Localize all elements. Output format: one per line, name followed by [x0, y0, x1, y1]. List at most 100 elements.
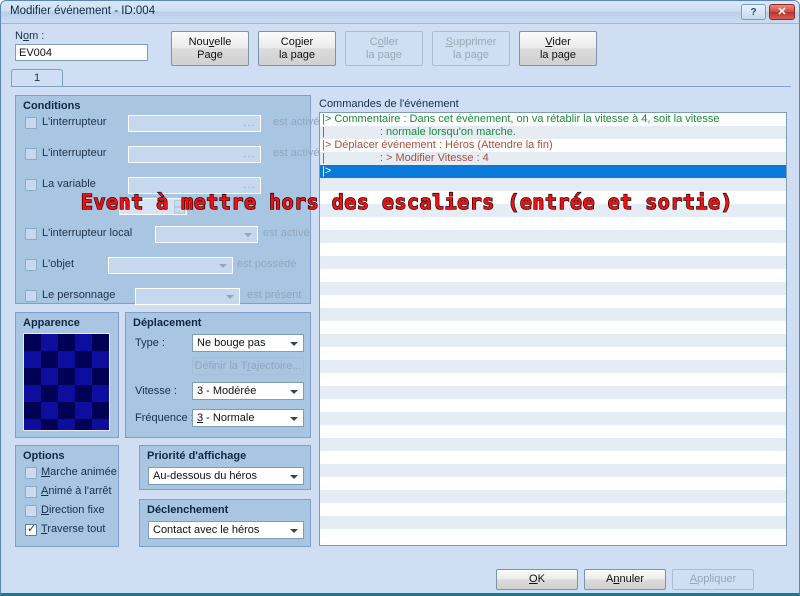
condition-row-2: L'interrupteur ··· est activé	[25, 146, 319, 164]
command-row-empty[interactable]	[320, 490, 786, 503]
paste-page-button: Coller la page	[345, 31, 423, 66]
condition-field-2[interactable]: ···	[128, 146, 261, 163]
chevron-down-icon	[226, 295, 234, 299]
command-row-empty[interactable]	[320, 425, 786, 438]
command-row-empty[interactable]	[320, 334, 786, 347]
option-checkbox-3[interactable]	[25, 505, 37, 517]
command-row-empty[interactable]	[320, 204, 786, 217]
apply-button: Appliquer	[672, 569, 754, 590]
command-row-empty[interactable]	[320, 269, 786, 282]
appearance-title: Apparence	[23, 317, 80, 329]
cancel-button[interactable]: Annuler	[584, 569, 666, 590]
option-row-2: Animé à l'arrêt	[25, 485, 115, 501]
command-row-empty[interactable]	[320, 360, 786, 373]
command-row-empty[interactable]	[320, 464, 786, 477]
chevron-down-icon	[290, 342, 298, 346]
spinner-down-icon[interactable]	[174, 207, 185, 214]
movement-type-select[interactable]: Ne bouge pas	[192, 334, 304, 352]
command-row[interactable]: |>	[320, 165, 786, 178]
chevron-down-icon	[290, 417, 298, 421]
command-row-empty[interactable]	[320, 217, 786, 230]
condition-label-3: La variable	[42, 178, 96, 190]
command-row[interactable]: | : normale lorsqu'on marche.	[320, 126, 786, 139]
display-priority-select[interactable]: Au-dessous du héros	[148, 467, 304, 485]
conditions-title: Conditions	[23, 100, 81, 112]
command-row-empty[interactable]	[320, 243, 786, 256]
name-input[interactable]	[15, 44, 148, 61]
tab-page-1[interactable]: 1	[11, 69, 63, 87]
command-row-empty[interactable]	[320, 178, 786, 191]
chevron-down-icon	[244, 233, 252, 237]
condition-suffix-1: est activé	[273, 116, 320, 128]
movement-type-label: Type :	[135, 337, 165, 349]
condition-suffix-4: est activé	[263, 227, 310, 239]
command-row-empty[interactable]	[320, 412, 786, 425]
display-priority-title: Priorité d'affichage	[147, 450, 247, 462]
condition-checkbox-4[interactable]	[25, 228, 37, 240]
new-page-button[interactable]: Nouvelle Page	[171, 31, 249, 66]
ellipsis-icon[interactable]: ···	[243, 182, 256, 193]
command-row-empty[interactable]	[320, 386, 786, 399]
option-checkbox-2[interactable]	[25, 486, 37, 498]
condition-checkbox-5[interactable]	[25, 259, 37, 271]
command-row-empty[interactable]	[320, 230, 786, 243]
chevron-down-icon	[290, 529, 298, 533]
variable-value-spinner[interactable]	[119, 198, 187, 215]
command-row-empty[interactable]	[320, 477, 786, 490]
trigger-value: Contact avec le héros	[153, 524, 260, 536]
condition-checkbox-1[interactable]	[25, 117, 37, 129]
command-row-empty[interactable]	[320, 529, 786, 542]
option-label-1: Marche animée	[41, 466, 117, 478]
delete-page-button: Supprimer la page	[432, 31, 510, 66]
movement-frequency-select[interactable]: 3 - Normale	[192, 409, 304, 427]
help-icon[interactable]: ?	[741, 4, 766, 20]
clear-page-button[interactable]: Vider la page	[519, 31, 597, 66]
condition-select-5[interactable]	[108, 257, 233, 274]
command-row-empty[interactable]	[320, 503, 786, 516]
option-checkbox-1[interactable]	[25, 467, 37, 479]
command-row-empty[interactable]	[320, 516, 786, 529]
option-row-3: Direction fixe	[25, 504, 115, 520]
ok-button[interactable]: OK	[496, 569, 578, 590]
command-row-empty[interactable]	[320, 308, 786, 321]
command-row[interactable]: | : > Modifier Vitesse : 4	[320, 152, 786, 165]
command-row[interactable]: |> Déplacer événement : Héros (Attendre …	[320, 139, 786, 152]
command-row-empty[interactable]	[320, 282, 786, 295]
command-row-empty[interactable]	[320, 373, 786, 386]
command-row-empty[interactable]	[320, 295, 786, 308]
appearance-sprite-thumbnail[interactable]	[23, 333, 110, 431]
condition-checkbox-3[interactable]	[25, 179, 37, 191]
spinner-up-icon[interactable]	[174, 200, 185, 207]
condition-select-6[interactable]	[135, 288, 240, 305]
command-row-empty[interactable]	[320, 399, 786, 412]
chevron-down-icon	[219, 264, 227, 268]
condition-field-1[interactable]: ···	[128, 115, 261, 132]
commands-caption: Commandes de l'événement	[319, 98, 459, 110]
command-row-empty[interactable]	[320, 347, 786, 360]
copy-page-button[interactable]: Copier la page	[258, 31, 336, 66]
command-row-empty[interactable]	[320, 256, 786, 269]
ellipsis-icon[interactable]: ···	[243, 151, 256, 162]
command-row-empty[interactable]	[320, 191, 786, 204]
close-icon[interactable]: ✕	[769, 4, 795, 20]
options-title: Options	[23, 450, 65, 462]
option-checkbox-4[interactable]	[25, 522, 37, 536]
condition-field-3[interactable]: ···	[128, 177, 261, 194]
command-row-empty[interactable]	[320, 438, 786, 451]
option-label-4: Traverse tout	[41, 523, 106, 535]
event-commands-list[interactable]: |> Commentaire : Dans cet évènement, on …	[319, 112, 787, 546]
condition-checkbox-2[interactable]	[25, 148, 37, 160]
condition-row-4: L'interrupteur local est activé	[25, 226, 309, 244]
command-row-empty[interactable]	[320, 321, 786, 334]
movement-speed-select[interactable]: 3 - Modérée	[192, 382, 304, 400]
event-editor-window: Modifier événement - ID:004 ? ✕ Nom : No…	[0, 0, 800, 596]
condition-checkbox-6[interactable]	[25, 290, 37, 302]
command-row[interactable]: |> Commentaire : Dans cet évènement, on …	[320, 113, 786, 126]
conditions-panel: Conditions L'interrupteur ··· est activé L'…	[15, 95, 319, 305]
command-row-empty[interactable]	[320, 451, 786, 464]
condition-select-4[interactable]	[155, 226, 258, 243]
trigger-select[interactable]: Contact avec le héros	[148, 521, 304, 539]
name-label: Nom :	[15, 30, 45, 42]
ellipsis-icon[interactable]: ···	[243, 120, 256, 131]
condition-suffix-5: est possédé	[237, 258, 297, 270]
